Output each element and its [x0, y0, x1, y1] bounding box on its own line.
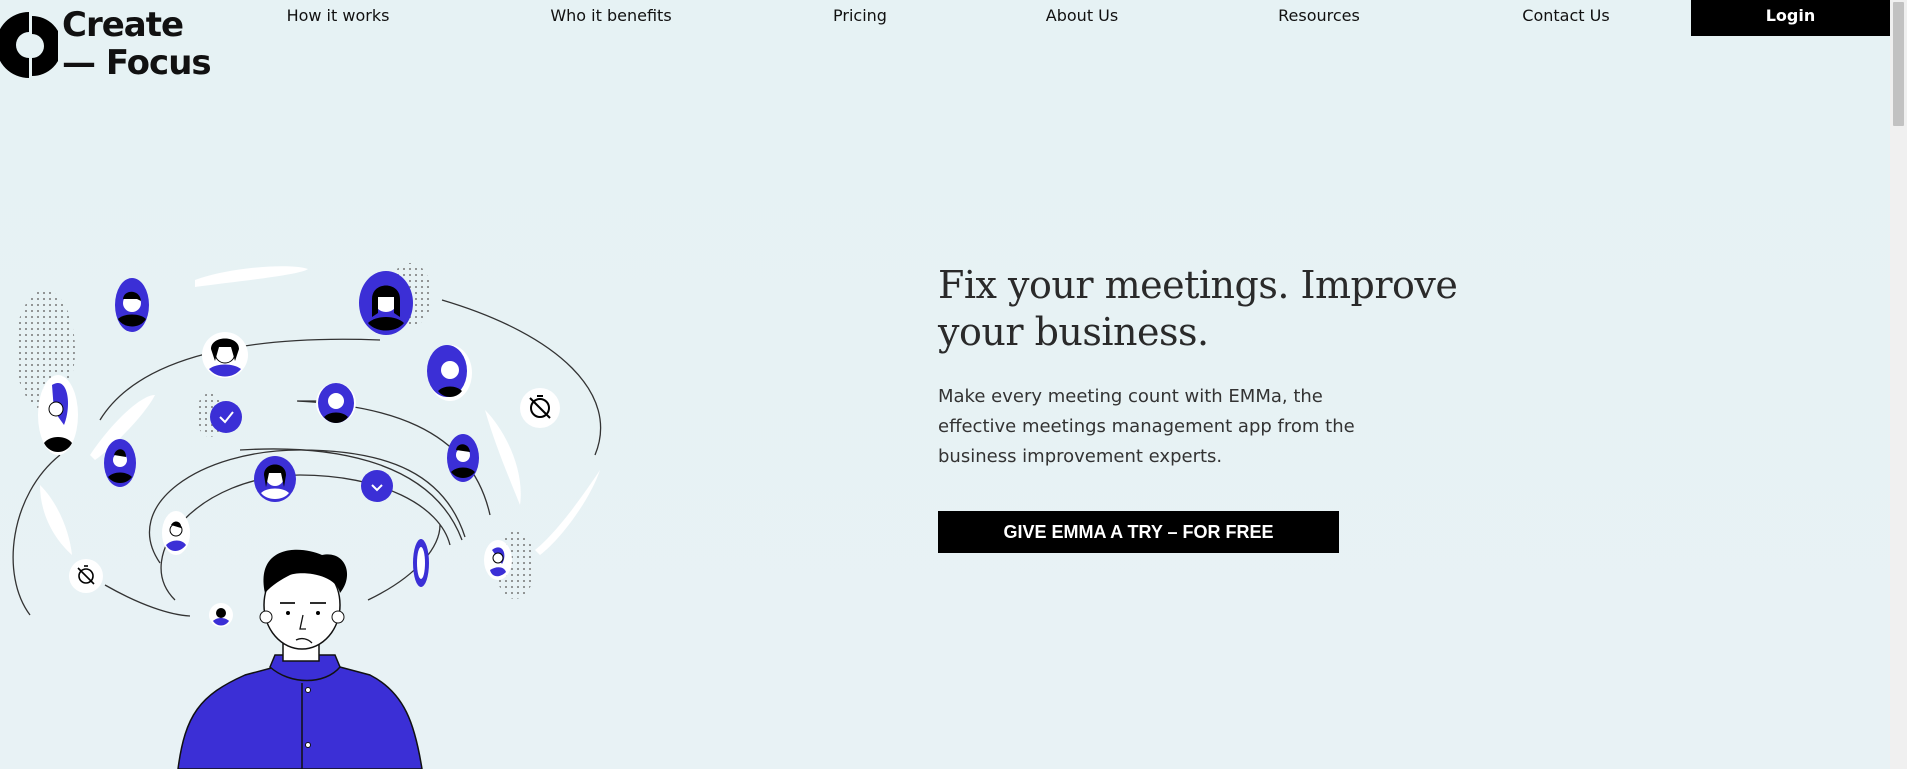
- nav-who-it-benefits[interactable]: Who it benefits: [537, 0, 685, 31]
- hero-subtitle: Make every meeting count with EMMa, the …: [938, 386, 1355, 467]
- hero-section: Fix your meetings. Improve your business…: [938, 262, 1458, 472]
- hero-title: Fix your meetings. Improve your business…: [938, 263, 1458, 354]
- character-figure: [177, 549, 423, 769]
- main-nav: How it works Who it benefits Pricing Abo…: [0, 0, 1890, 36]
- scrollbar-thumb[interactable]: [1893, 2, 1904, 126]
- check-badge-icon: [361, 470, 393, 502]
- avatar: [427, 345, 472, 401]
- nav-how-it-works[interactable]: How it works: [270, 0, 406, 31]
- avatar: [359, 271, 413, 335]
- brand-name-line2: — Focus: [62, 43, 212, 83]
- avatar: [413, 539, 429, 587]
- avatar: [162, 511, 190, 555]
- try-emma-button[interactable]: GIVE EMMA A TRY – FOR FREE: [938, 511, 1339, 553]
- avatar: [202, 332, 248, 378]
- nav-about-us[interactable]: About Us: [1035, 0, 1129, 31]
- nav-contact-us[interactable]: Contact Us: [1510, 0, 1622, 31]
- avatar: [484, 540, 512, 580]
- nav-resources[interactable]: Resources: [1265, 0, 1373, 31]
- check-badge-icon: [210, 401, 242, 433]
- clock-off-icon: [69, 559, 103, 593]
- avatar: [115, 278, 149, 332]
- nav-pricing[interactable]: Pricing: [820, 0, 900, 31]
- avatar: [254, 456, 296, 502]
- avatar: [104, 439, 136, 487]
- avatar: [209, 603, 233, 627]
- clock-off-icon: [520, 388, 560, 428]
- avatar: [38, 375, 78, 455]
- scrollbar[interactable]: [1890, 0, 1907, 769]
- avatar: [316, 383, 356, 423]
- hero-illustration: [12, 263, 602, 769]
- login-button[interactable]: Login: [1691, 0, 1890, 36]
- avatar: [447, 434, 479, 482]
